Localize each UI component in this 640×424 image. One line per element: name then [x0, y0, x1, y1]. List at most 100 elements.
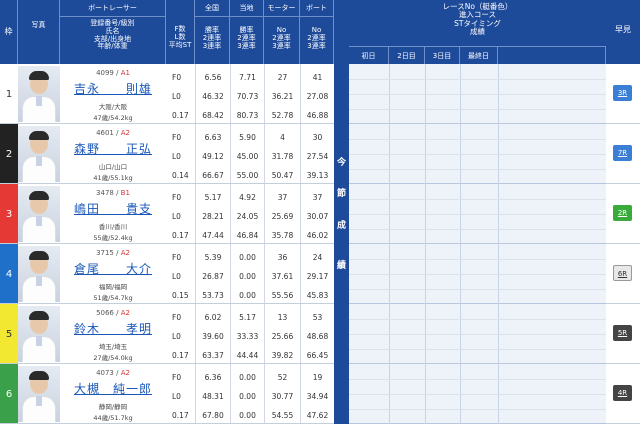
hayami-race-link[interactable]: 6R	[613, 265, 632, 281]
stat-value: 34.94	[306, 392, 329, 401]
stat-value: 6.36	[204, 373, 222, 382]
racer-class: A2	[120, 129, 130, 137]
stat-value: 6.56	[204, 73, 222, 82]
stat-cell-boa: 37 30.07 46.02	[300, 184, 334, 244]
racer-branch: 静岡/静岡	[98, 403, 128, 411]
header-boat-sub: No 2連率 3連率	[300, 17, 334, 64]
waku-number: 2	[0, 124, 18, 184]
racer-name-link[interactable]: 大槻 純一郎	[60, 380, 166, 397]
racer-name-link[interactable]: 倉尾 大介	[60, 260, 166, 277]
stat-value: 0.17	[172, 351, 189, 360]
stat-value: 45.00	[236, 152, 259, 161]
header-day-blank	[498, 46, 606, 64]
stat-value: 36	[277, 253, 288, 262]
stat-value: 30.77	[271, 392, 294, 401]
stat-value: 37	[277, 193, 288, 202]
stat-value: 24.05	[236, 212, 259, 221]
header-photo-label: 写真	[31, 21, 46, 29]
stat-value: 25.66	[271, 332, 294, 341]
stat-value: 30	[312, 133, 323, 142]
stat-value: 48.31	[202, 392, 224, 401]
racer-id-class: 4099 / A1	[60, 69, 166, 77]
stat-value: 41	[312, 73, 323, 82]
stat-cell-zen: 5.39 26.87 53.73	[195, 244, 230, 304]
stat-cell-zen: 5.17 28.21 47.44	[195, 184, 230, 244]
hayami-race-link[interactable]: 5R	[613, 325, 632, 341]
racer-name-link[interactable]: 嶋田 貴支	[60, 200, 166, 217]
racer-photo	[18, 306, 60, 362]
stat-cell-tou: 0.00 0.00 0.00	[230, 244, 264, 304]
racer-class: A2	[120, 309, 130, 317]
racer-id: 3478 /	[96, 189, 121, 197]
racer-info: 4601 / A2 森野 正弘 山口/山口 41歳/55.1kg	[60, 124, 166, 184]
stat-cell-mot: 4 31.78 50.47	[264, 124, 300, 184]
racer-name-link[interactable]: 吉永 則雄	[60, 80, 166, 97]
results-row	[349, 244, 606, 304]
stat-value: 67.80	[202, 411, 224, 420]
hayami-race-link[interactable]: 7R	[613, 145, 632, 161]
stat-value: 54.55	[271, 411, 294, 420]
stat-cell-tou: 4.92 24.05 46.84	[230, 184, 264, 244]
stat-value: 28.21	[202, 212, 224, 221]
header-racer-sub-3: 年齢/体重	[97, 42, 128, 51]
racer-id: 4601 /	[96, 129, 121, 137]
racer-class: A2	[120, 249, 130, 257]
waku-number: 4	[0, 244, 18, 304]
header-touchi: 当地	[230, 0, 264, 17]
results-row	[349, 64, 606, 124]
stat-value: 27	[277, 73, 288, 82]
stat-value: 33.33	[236, 332, 259, 341]
right-title-3: 成績	[470, 27, 485, 37]
header-hayami-label: 早見	[615, 25, 631, 34]
stat-value: 46.02	[306, 231, 329, 240]
stat-cell-mot: 27 36.21 52.78	[264, 64, 300, 124]
hayami-cell: 5R	[606, 304, 640, 364]
stat-value: F0	[172, 73, 182, 82]
stat-value: 53.73	[202, 291, 224, 300]
stat-value: L0	[172, 392, 181, 401]
waku-number: 5	[0, 304, 18, 364]
hayami-race-link[interactable]: 4R	[613, 385, 632, 401]
racer-age-weight: 51歳/54.7kg	[93, 294, 133, 302]
stat-value: 24	[312, 253, 323, 262]
stat-cell-fl: F0 L0 0.17	[166, 304, 195, 364]
racer-photo	[18, 246, 60, 302]
stat-value: 39.82	[271, 351, 294, 360]
header-racer-sub: 登録番号/級別 氏名 支部/出身地 年齢/体重	[60, 17, 166, 64]
stat-value: 0.14	[172, 171, 189, 180]
racer-name-link[interactable]: 鈴木 孝明	[60, 320, 166, 337]
hayami-race-link[interactable]: 3R	[613, 85, 632, 101]
vertical-label-0: 今	[336, 158, 346, 168]
header-mot-sub-2: 3連率	[272, 41, 291, 50]
stat-value: 55.00	[236, 171, 259, 180]
racer-name-link[interactable]: 森野 正弘	[60, 140, 166, 157]
stat-value: 5.17	[204, 193, 222, 202]
hayami-race-link[interactable]: 2R	[613, 205, 632, 221]
racer-photo	[18, 186, 60, 242]
racer-info: 5066 / A2 鈴木 孝明 埼玉/埼玉 27歳/54.0kg	[60, 304, 166, 364]
stat-cell-boa: 53 48.68 66.45	[300, 304, 334, 364]
stat-value: 25.69	[271, 212, 294, 221]
waku-number: 6	[0, 364, 18, 424]
header-day-2: 2日目	[389, 46, 425, 64]
stat-value: 0.17	[172, 411, 189, 420]
vertical-divider: 今 節 成 績	[334, 0, 349, 424]
stat-cell-zen: 6.56 46.32 68.42	[195, 64, 230, 124]
race-entry-table: 枠 写真 ボートレーサー 登録番号/級別 氏名 支部/出身地 年齢/体重 F数 …	[0, 0, 640, 424]
stat-cell-mot: 13 25.66 39.82	[264, 304, 300, 364]
stat-value: 44.44	[236, 351, 259, 360]
header-motor-sub: No 2連率 3連率	[264, 17, 300, 64]
stat-cell-zen: 6.63 49.12 66.67	[195, 124, 230, 184]
results-row	[349, 364, 606, 424]
hayami-cell: 4R	[606, 364, 640, 424]
stat-cell-boa: 30 27.54 39.13	[300, 124, 334, 184]
stat-value: 19	[312, 373, 323, 382]
stat-value: 39.13	[306, 171, 329, 180]
stat-value: 0.00	[239, 291, 256, 300]
racer-age-weight: 27歳/54.0kg	[93, 354, 133, 362]
header-right-title: レースNo（艇番色） 進入コース STタイミング 成績	[349, 0, 606, 46]
stat-value: 0.00	[239, 253, 256, 262]
racer-id-class: 3478 / B1	[60, 189, 166, 197]
stat-value: 4.92	[239, 193, 256, 202]
stat-value: 46.84	[236, 231, 259, 240]
